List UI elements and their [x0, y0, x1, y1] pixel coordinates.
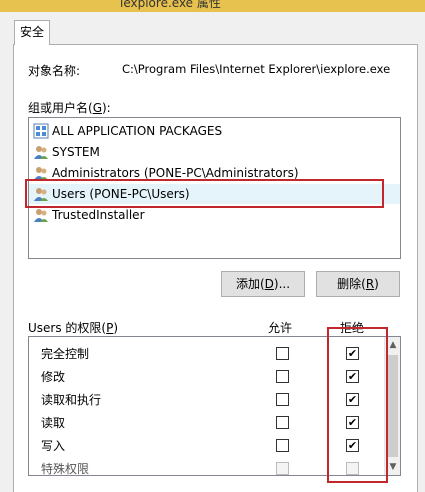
list-item[interactable]: SYSTEM [33, 142, 100, 162]
deny-checkbox [346, 462, 359, 475]
scroll-down-icon[interactable]: ▼ [385, 459, 400, 475]
object-name-label: 对象名称: [28, 64, 81, 78]
list-item-label: TrustedInstaller [52, 208, 145, 222]
permission-name: 完全控制 [41, 347, 90, 361]
deny-column-header: 拒绝 [340, 321, 365, 335]
list-item-label: ALL APPLICATION PACKAGES [52, 124, 223, 138]
add-button[interactable]: 添加(D)... [221, 271, 305, 297]
list-item-label: Administrators (PONE-PC\Administrators) [52, 166, 299, 180]
permission-name: 写入 [41, 439, 66, 453]
users-group-icon [33, 186, 49, 202]
remove-button[interactable]: 删除(R) [316, 271, 400, 297]
tab-security[interactable]: 安全 [14, 20, 50, 45]
deny-checkbox[interactable]: ✔ [346, 393, 359, 406]
scroll-up-icon[interactable]: ▲ [385, 337, 400, 353]
window-title: iexplore.exe 属性 [120, 0, 221, 10]
object-name-value: C:\Program Files\Internet Explorer\iexpl… [122, 62, 391, 76]
users-group-icon [33, 144, 49, 160]
allow-checkbox[interactable] [276, 393, 289, 406]
deny-checkbox[interactable]: ✔ [346, 370, 359, 383]
permissions-label: Users 的权限(P) [28, 321, 119, 335]
tab-security-label: 安全 [19, 25, 44, 39]
list-item[interactable]: ALL APPLICATION PACKAGES [33, 121, 222, 141]
table-row: 修改 ✔ [29, 365, 385, 388]
deny-checkbox[interactable]: ✔ [346, 439, 359, 452]
table-row: 读取 ✔ [29, 411, 385, 434]
list-item[interactable]: Administrators (PONE-PC\Administrators) [33, 163, 299, 183]
title-bar: iexplore.exe 属性 [0, 0, 425, 12]
allow-checkbox [276, 462, 289, 475]
table-row: 写入 ✔ [29, 434, 385, 457]
user-listbox[interactable]: ALL APPLICATION PACKAGES SYSTEM Administ… [28, 117, 401, 259]
allow-checkbox[interactable] [276, 439, 289, 452]
permission-name: 读取 [41, 416, 66, 430]
permissions-scrollbar[interactable]: ▲ ▼ [384, 337, 400, 475]
permission-name: 修改 [41, 370, 66, 384]
allow-checkbox[interactable] [276, 370, 289, 383]
permission-name: 特殊权限 [41, 462, 90, 476]
table-row: 完全控制 ✔ [29, 342, 385, 365]
table-row: 特殊权限 [29, 457, 385, 476]
permission-name: 读取和执行 [41, 393, 102, 407]
allow-column-header: 允许 [268, 321, 293, 335]
table-row: 读取和执行 ✔ [29, 388, 385, 411]
list-item[interactable]: TrustedInstaller [33, 205, 145, 225]
allow-checkbox[interactable] [276, 347, 289, 360]
group-user-label: 组或用户名(G): [28, 101, 111, 115]
deny-checkbox[interactable]: ✔ [346, 416, 359, 429]
deny-checkbox[interactable]: ✔ [346, 347, 359, 360]
users-group-icon [33, 165, 49, 181]
app-packages-icon [33, 123, 49, 139]
permissions-listbox: 完全控制 ✔ 修改 ✔ 读取和执行 ✔ 读取 ✔ 写入 ✔ 特殊权限 ▲ ▼ [28, 336, 401, 476]
list-item-label: SYSTEM [52, 145, 100, 159]
list-item-label: Users (PONE-PC\Users) [52, 187, 190, 201]
scroll-thumb[interactable] [388, 355, 398, 457]
allow-checkbox[interactable] [276, 416, 289, 429]
list-item-selected[interactable]: Users (PONE-PC\Users) [29, 184, 400, 204]
users-group-icon [33, 207, 49, 223]
